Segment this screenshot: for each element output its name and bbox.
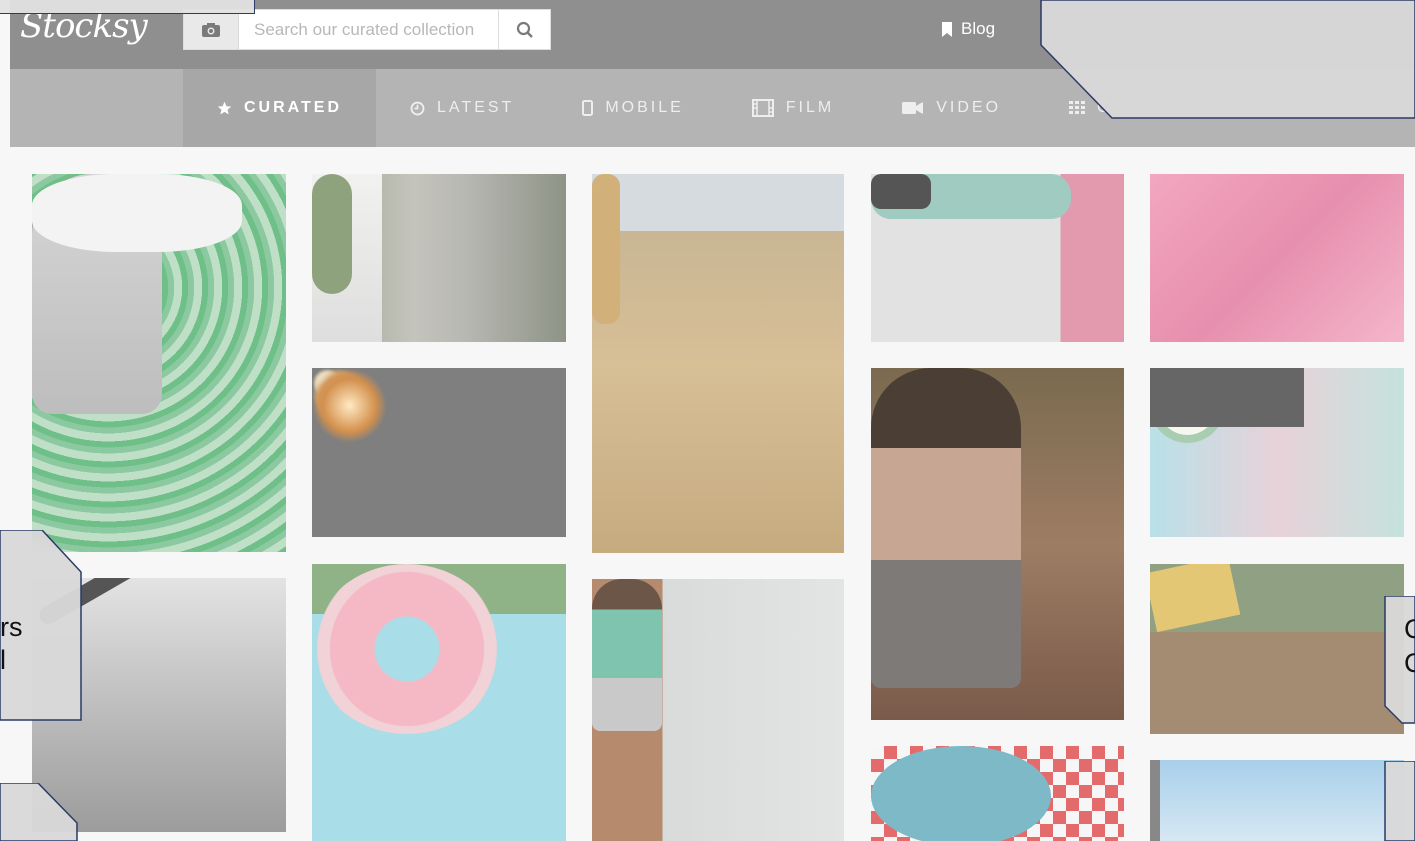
visual-search-button[interactable] bbox=[184, 10, 239, 49]
search-input[interactable] bbox=[240, 10, 498, 49]
photo-tile-boy-stairs[interactable] bbox=[592, 579, 844, 841]
star-icon bbox=[217, 101, 232, 116]
photo-tile-sneakers[interactable] bbox=[871, 174, 1124, 342]
photo-tile-checkered-salad[interactable] bbox=[871, 746, 1124, 841]
tab-curated[interactable]: CURATED bbox=[183, 69, 377, 147]
overlay-panel-top-right bbox=[1040, 0, 1415, 119]
tab-film[interactable]: FILM bbox=[718, 69, 868, 147]
clock-icon bbox=[410, 101, 425, 116]
photo-tile-pink-fabric[interactable] bbox=[1150, 174, 1404, 342]
video-icon bbox=[902, 101, 924, 115]
photo-tile-fireworks[interactable] bbox=[312, 368, 566, 537]
bookmark-icon bbox=[942, 21, 952, 37]
photo-tile-lake-sign[interactable] bbox=[1150, 564, 1404, 734]
search-icon bbox=[516, 21, 533, 38]
overlay-text-right-2: C bbox=[1404, 648, 1415, 678]
photo-tile-bride[interactable] bbox=[312, 174, 566, 342]
overlay-text-left-2: l bbox=[0, 645, 6, 675]
tab-label: VIDEO bbox=[936, 99, 1002, 116]
photo-tile-portrait[interactable] bbox=[32, 174, 286, 552]
overlay-text-right-1: C bbox=[1404, 614, 1415, 644]
tab-latest[interactable]: LATEST bbox=[376, 69, 548, 147]
overlay-panel-bottom-left bbox=[0, 783, 78, 841]
search-box bbox=[183, 9, 551, 50]
overlay-text-left-1: rs bbox=[0, 612, 23, 642]
stocksy-page: Stocksy Blog CURA bbox=[0, 0, 1415, 841]
camera-icon bbox=[202, 22, 220, 37]
tab-label: CURATED bbox=[244, 99, 343, 116]
tab-label: MOBILE bbox=[605, 99, 684, 116]
film-icon bbox=[751, 99, 774, 117]
photo-tile-sky[interactable] bbox=[1150, 760, 1404, 841]
tab-label: FILM bbox=[785, 99, 835, 116]
tab-video[interactable]: VIDEO bbox=[868, 69, 1035, 147]
search-button[interactable] bbox=[498, 10, 550, 49]
tab-mobile[interactable]: MOBILE bbox=[548, 69, 717, 147]
blog-label: Blog bbox=[961, 19, 996, 38]
blog-link[interactable]: Blog bbox=[941, 19, 995, 39]
photo-tile-woman-braids[interactable] bbox=[871, 368, 1124, 720]
overlay-panel-top-left bbox=[0, 0, 255, 14]
overlay-panel-bottom-right bbox=[1384, 761, 1415, 841]
photo-tile-alarm-clock[interactable] bbox=[1150, 368, 1404, 537]
category-tabs: CURATED LATEST MOBILE FILM VIDEO bbox=[183, 69, 1146, 147]
tab-label: LATEST bbox=[437, 99, 515, 116]
mobile-icon bbox=[582, 100, 594, 116]
photo-tile-pool-donut[interactable] bbox=[312, 564, 566, 841]
photo-tile-desert[interactable] bbox=[592, 174, 844, 553]
